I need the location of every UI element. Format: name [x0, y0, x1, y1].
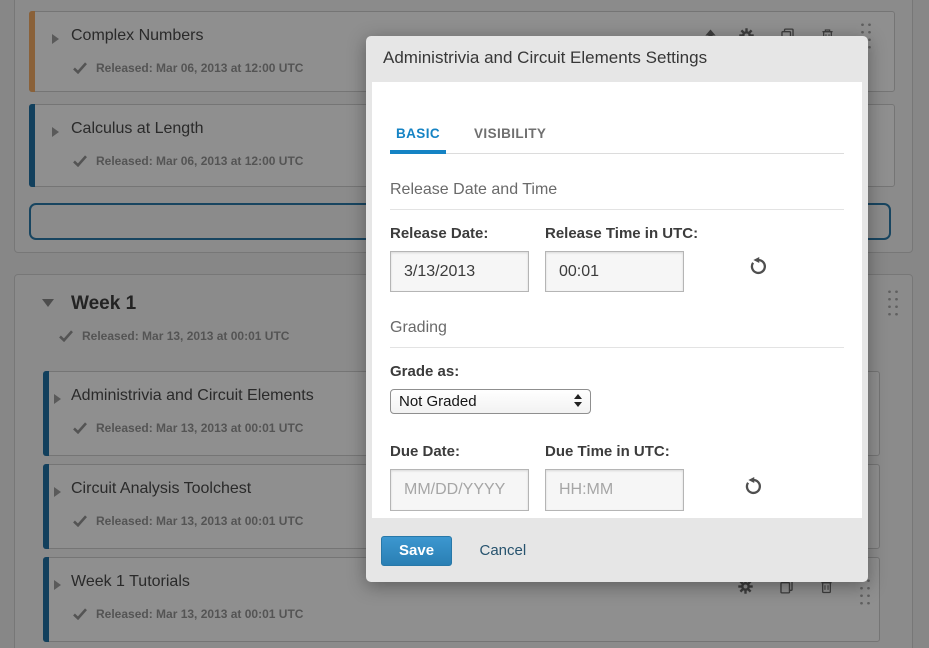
grade-as-group: Grade as: Not Graded: [390, 363, 844, 414]
due-date-input[interactable]: [390, 469, 529, 511]
due-time-input[interactable]: [545, 469, 684, 511]
cancel-link[interactable]: Cancel: [480, 542, 527, 559]
grade-as-value: Not Graded: [399, 393, 477, 410]
release-time-group: Release Time in UTC:: [545, 225, 684, 292]
select-stepper-icon: [574, 394, 582, 407]
due-fields-row: Due Date: Due Time in UTC:: [390, 443, 844, 511]
release-time-input[interactable]: [545, 251, 684, 292]
modal-tabs: BASIC VISIBILITY: [390, 122, 844, 154]
release-date-label: Release Date:: [390, 225, 529, 242]
release-date-group: Release Date:: [390, 225, 529, 292]
grade-as-select[interactable]: Not Graded: [390, 389, 591, 414]
due-date-group: Due Date:: [390, 443, 529, 511]
release-time-label: Release Time in UTC:: [545, 225, 684, 242]
reset-icon: [744, 476, 763, 495]
settings-modal: Administrivia and Circuit Elements Setti…: [366, 36, 868, 582]
due-time-label: Due Time in UTC:: [545, 443, 684, 460]
studio-course-outline-page: Complex Numbers Released: Mar 06, 2013 a…: [0, 0, 929, 648]
modal-footer: Save Cancel: [366, 518, 868, 582]
grade-as-label: Grade as:: [390, 363, 844, 380]
tab-visibility[interactable]: VISIBILITY: [468, 122, 552, 154]
release-date-input[interactable]: [390, 251, 529, 292]
save-button[interactable]: Save: [381, 536, 452, 566]
modal-body: BASIC VISIBILITY Release Date and Time R…: [372, 82, 862, 518]
release-section-heading: Release Date and Time: [390, 181, 844, 210]
modal-title: Administrivia and Circuit Elements Setti…: [383, 48, 707, 68]
grading-section-heading: Grading: [390, 319, 844, 348]
release-fields-row: Release Date: Release Time in UTC:: [390, 225, 844, 292]
due-time-group: Due Time in UTC:: [545, 443, 684, 511]
tab-basic[interactable]: BASIC: [390, 122, 446, 154]
reset-icon: [749, 256, 768, 275]
due-date-label: Due Date:: [390, 443, 529, 460]
clear-due-date-button[interactable]: [744, 443, 763, 498]
clear-release-date-button[interactable]: [749, 225, 768, 278]
